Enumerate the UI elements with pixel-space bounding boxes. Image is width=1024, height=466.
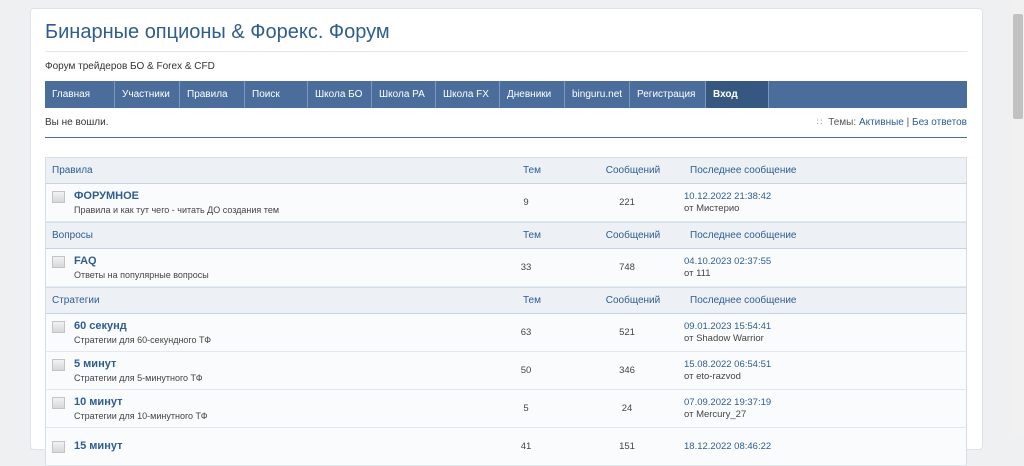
last-post-date-link[interactable]: 18.12.2022 08:46:22 — [684, 441, 771, 453]
status-bar: Вы не вошли. ∷ Темы: Активные | Без отве… — [45, 117, 967, 131]
forum-link[interactable]: 60 секунд — [74, 319, 211, 333]
page-scrollbar[interactable] — [1012, 0, 1024, 436]
posts-column-header: Сообщений — [605, 295, 661, 306]
nav-item-binguru[interactable]: binguru.net — [565, 81, 630, 108]
nav-item-rules[interactable]: Правила — [180, 81, 245, 108]
nav-item-school-bo[interactable]: Школа БО — [308, 81, 372, 108]
nav-item-search[interactable]: Поиск — [245, 81, 308, 108]
forum-topic-count: 33 — [520, 262, 532, 273]
nav-item-school-pa[interactable]: Школа PA — [372, 81, 436, 108]
topics-prefix: Темы: — [828, 117, 857, 128]
nav-item-home[interactable]: Главная — [45, 81, 115, 108]
nav-item-school-fx[interactable]: Школа FX — [436, 81, 500, 108]
main-nav: Главная Участники Правила Поиск Школа БО… — [45, 81, 967, 108]
topics-column-header: Тем — [523, 230, 541, 241]
last-post-column-header: Последнее сообщение — [690, 295, 797, 306]
forum-topic-count: 50 — [520, 365, 532, 376]
forum-link[interactable]: 15 минут — [74, 439, 122, 453]
forum-status-icon — [52, 441, 65, 453]
last-post-date-link[interactable]: 15.08.2022 06:54:51 — [684, 359, 771, 371]
last-post-date-link[interactable]: 09.01.2023 15:54:41 — [684, 321, 771, 333]
category-name: Правила — [52, 165, 93, 176]
nav-item-members[interactable]: Участники — [115, 81, 180, 108]
category-header: Вопросы Тем Сообщений Последнее сообщени… — [45, 222, 967, 249]
forum-post-count: 748 — [619, 262, 635, 273]
last-post-author: от Mercury_27 — [684, 408, 747, 420]
forum-status-icon — [52, 321, 65, 333]
forum-status-icon — [52, 191, 65, 203]
last-post-date-link[interactable]: 10.12.2022 21:38:42 — [684, 191, 771, 203]
board-description: Форум трейдеров БО & Forex & CFD — [45, 61, 215, 72]
forum-post-count: 221 — [619, 197, 635, 208]
topics-column-header: Тем — [523, 165, 541, 176]
forum-description: Правила и как тут чего - читать ДО созда… — [74, 205, 280, 215]
forum-row: 10 минут Стратегии для 10-минутного ТФ 5… — [45, 390, 967, 428]
nav-item-register[interactable]: Регистрация — [630, 81, 706, 108]
last-post-author: от Shadow Warrior — [684, 332, 764, 344]
bullet-icon: ∷ — [816, 117, 823, 127]
last-post-author: от 111 — [684, 267, 711, 279]
forum-link[interactable]: ФОРУМНОЕ — [74, 189, 279, 203]
forum-row: FAQ Ответы на популярные вопросы 33 748 … — [45, 249, 967, 287]
posts-column-header: Сообщений — [605, 230, 661, 241]
category-header: Правила Тем Сообщений Последнее сообщени… — [45, 157, 967, 184]
last-post-date-link[interactable]: 04.10.2023 02:37:55 — [684, 256, 771, 268]
forum-post-count: 24 — [621, 403, 633, 414]
unanswered-topics-link[interactable]: Без ответов — [912, 117, 967, 128]
forum-topic-count: 5 — [523, 403, 529, 414]
category-name: Вопросы — [52, 230, 93, 241]
page-container: Бинарные опционы & Форекс. Форум Форум т… — [30, 8, 983, 466]
forum-link[interactable]: 5 минут — [74, 357, 203, 371]
forum-description: Стратегии для 5-минутного ТФ — [74, 373, 203, 383]
scrollbar-thumb[interactable] — [1013, 14, 1023, 119]
forum-row: 5 минут Стратегии для 5-минутного ТФ 50 … — [45, 352, 967, 390]
last-post-author: от Мистерио — [684, 202, 740, 214]
forum-description: Стратегии для 60-секундного ТФ — [74, 335, 212, 345]
forum-description: Ответы на популярные вопросы — [74, 270, 209, 280]
last-post-column-header: Последнее сообщение — [690, 230, 797, 241]
forum-topic-count: 63 — [520, 327, 532, 338]
last-post-date-link[interactable]: 07.09.2022 19:37:19 — [684, 397, 771, 409]
login-status: Вы не вошли. — [45, 117, 109, 128]
topic-links: ∷ Темы: Активные | Без ответов — [817, 117, 967, 128]
forum-status-icon — [52, 256, 65, 268]
forum-status-icon — [52, 397, 65, 409]
forum-row: 60 секунд Стратегии для 60-секундного ТФ… — [45, 314, 967, 352]
posts-column-header: Сообщений — [605, 165, 661, 176]
nav-item-diaries[interactable]: Дневники — [500, 81, 565, 108]
forum-link[interactable]: 10 минут — [74, 395, 208, 409]
forum-topic-count: 41 — [520, 441, 532, 452]
forum-post-count: 521 — [619, 327, 635, 338]
separator: | — [906, 117, 910, 128]
forum-post-count: 151 — [619, 441, 635, 452]
forum-row: ФОРУМНОЕ Правила и как тут чего - читать… — [45, 184, 967, 222]
forum-topic-count: 9 — [523, 197, 529, 208]
forum-status-icon — [52, 359, 65, 371]
active-topics-link[interactable]: Активные — [859, 117, 904, 128]
category-name: Стратегии — [52, 295, 100, 306]
category-header: Стратегии Тем Сообщений Последнее сообще… — [45, 287, 967, 314]
nav-item-login[interactable]: Вход — [706, 81, 769, 108]
topics-column-header: Тем — [523, 295, 541, 306]
forum-list: Правила Тем Сообщений Последнее сообщени… — [45, 157, 967, 466]
title-divider — [45, 51, 967, 52]
forum-post-count: 346 — [619, 365, 635, 376]
page-title: Бинарные опционы & Форекс. Форум — [45, 21, 390, 43]
forum-row: 15 минут 41 151 18.12.2022 08:46:22 — [45, 428, 967, 466]
last-post-author: от eto-razvod — [684, 370, 741, 382]
status-divider — [45, 137, 967, 138]
forum-description: Стратегии для 10-минутного ТФ — [74, 411, 208, 421]
last-post-column-header: Последнее сообщение — [690, 165, 797, 176]
forum-link[interactable]: FAQ — [74, 254, 209, 268]
